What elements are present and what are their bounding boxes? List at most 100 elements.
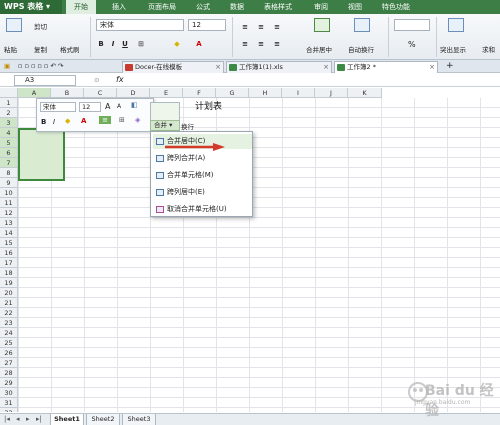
zoom-icon[interactable]: ⊙ bbox=[94, 76, 99, 84]
select-all-corner[interactable] bbox=[0, 88, 18, 98]
prev-sheet-icon[interactable]: ◂ bbox=[16, 415, 20, 423]
tab-page-layout[interactable]: 页面布局 bbox=[140, 0, 184, 14]
align-right-icon[interactable]: ≡ bbox=[272, 39, 282, 49]
row-header[interactable]: 11 bbox=[0, 198, 18, 208]
row-header[interactable]: 27 bbox=[0, 358, 18, 368]
sheet-tab-2[interactable]: Sheet2 bbox=[86, 414, 120, 425]
row-header[interactable]: 14 bbox=[0, 228, 18, 238]
paint-icon[interactable]: ◧ bbox=[131, 101, 138, 109]
column-header[interactable]: A bbox=[18, 88, 51, 98]
bold-button[interactable]: B bbox=[96, 39, 106, 49]
shrink-font-button[interactable]: A bbox=[117, 103, 121, 110]
row-header[interactable]: 15 bbox=[0, 238, 18, 248]
column-header[interactable]: F bbox=[183, 88, 216, 98]
tab-features[interactable]: 特色功能 bbox=[374, 0, 418, 14]
cell-gridlines[interactable] bbox=[18, 98, 500, 412]
cut-button[interactable]: 剪切 bbox=[34, 21, 47, 31]
mini-wrap-button[interactable]: 换行 bbox=[181, 121, 194, 131]
number-format-select[interactable] bbox=[394, 19, 430, 31]
column-header[interactable]: D bbox=[117, 88, 150, 98]
menu-center-across[interactable]: 跨列居中(E) bbox=[153, 185, 252, 200]
row-header[interactable]: 28 bbox=[0, 368, 18, 378]
tab-review[interactable]: 审阅 bbox=[306, 0, 336, 14]
font-size-select[interactable]: 12 bbox=[188, 19, 226, 31]
mini-clear-icon[interactable]: ◈ bbox=[135, 116, 140, 124]
row-header[interactable]: 30 bbox=[0, 388, 18, 398]
highlight-button[interactable]: 突出显示 bbox=[440, 44, 466, 54]
fx-button[interactable]: fx bbox=[116, 75, 124, 84]
new-tab-button[interactable]: + bbox=[446, 61, 454, 71]
column-header[interactable]: G bbox=[216, 88, 249, 98]
border-icon[interactable]: ⊞ bbox=[136, 39, 146, 49]
paste-button[interactable]: 粘贴 bbox=[4, 44, 17, 54]
column-header[interactable]: K bbox=[348, 88, 382, 98]
grow-font-button[interactable]: A bbox=[105, 102, 110, 111]
doc-tab-workbook2[interactable]: 工作簿2 * × bbox=[334, 61, 438, 73]
row-header[interactable]: 3 bbox=[0, 118, 18, 128]
auto-wrap-button[interactable]: 自动换行 bbox=[348, 44, 374, 54]
row-header[interactable]: 6 bbox=[0, 148, 18, 158]
row-header[interactable]: 5 bbox=[0, 138, 18, 148]
folder-icon[interactable]: ▣ bbox=[4, 62, 10, 70]
tab-home[interactable]: 开始 bbox=[66, 0, 96, 14]
row-header[interactable]: 7 bbox=[0, 158, 18, 168]
row-header[interactable]: 4 bbox=[0, 128, 18, 138]
doc-tab-docer[interactable]: Docer-在线模板 × bbox=[122, 61, 224, 73]
last-sheet-icon[interactable]: ▸| bbox=[36, 415, 42, 423]
row-header[interactable]: 2 bbox=[0, 108, 18, 118]
row-header[interactable]: 19 bbox=[0, 278, 18, 288]
font-color-icon[interactable]: A bbox=[194, 39, 204, 49]
align-left-icon[interactable]: ≡ bbox=[240, 39, 250, 49]
mini-font-select[interactable]: 宋体 bbox=[40, 102, 76, 112]
percent-button[interactable]: % bbox=[408, 40, 416, 49]
row-header[interactable]: 9 bbox=[0, 178, 18, 188]
column-header[interactable]: H bbox=[249, 88, 282, 98]
column-header[interactable]: B bbox=[51, 88, 84, 98]
column-header[interactable]: I bbox=[282, 88, 315, 98]
quick-access-icons[interactable]: ▫ ▫ ▫ ▫ ▫ ↶ ↷ bbox=[18, 62, 63, 70]
font-family-select[interactable]: 宋体 bbox=[96, 19, 184, 31]
sheet-tab-3[interactable]: Sheet3 bbox=[122, 414, 156, 425]
tab-insert[interactable]: 插入 bbox=[104, 0, 134, 14]
row-header[interactable]: 25 bbox=[0, 338, 18, 348]
menu-unmerge[interactable]: 取消合并单元格(U) bbox=[153, 202, 252, 217]
underline-button[interactable]: U bbox=[120, 39, 130, 49]
column-header[interactable]: J bbox=[315, 88, 348, 98]
align-bottom-icon[interactable]: ≡ bbox=[272, 22, 282, 32]
merge-center-icon[interactable] bbox=[314, 18, 330, 32]
name-box[interactable]: A3 bbox=[14, 75, 76, 86]
row-header[interactable]: 13 bbox=[0, 218, 18, 228]
mini-font-color-icon[interactable]: A bbox=[81, 117, 86, 125]
row-header[interactable]: 24 bbox=[0, 328, 18, 338]
align-middle-icon[interactable]: ≡ bbox=[256, 22, 266, 32]
italic-button[interactable]: I bbox=[108, 39, 118, 49]
row-header[interactable]: 32 bbox=[0, 408, 18, 412]
row-header[interactable]: 23 bbox=[0, 318, 18, 328]
tab-table-style[interactable]: 表格样式 bbox=[256, 0, 300, 14]
tab-view[interactable]: 视图 bbox=[340, 0, 370, 14]
align-center-icon[interactable]: ≡ bbox=[256, 39, 266, 49]
row-header[interactable]: 29 bbox=[0, 378, 18, 388]
row-header[interactable]: 10 bbox=[0, 188, 18, 198]
tab-data[interactable]: 数据 bbox=[222, 0, 252, 14]
column-header[interactable]: C bbox=[84, 88, 117, 98]
column-header[interactable]: E bbox=[150, 88, 183, 98]
first-sheet-icon[interactable]: |◂ bbox=[4, 415, 10, 423]
mini-merge-button[interactable]: 合并 ▾ bbox=[150, 120, 180, 131]
next-sheet-icon[interactable]: ▸ bbox=[26, 415, 30, 423]
row-header[interactable]: 8 bbox=[0, 168, 18, 178]
row-header[interactable]: 17 bbox=[0, 258, 18, 268]
align-top-icon[interactable]: ≡ bbox=[240, 22, 250, 32]
sum-button[interactable]: 求和 bbox=[482, 44, 495, 54]
menu-merge-across[interactable]: 跨列合并(A) bbox=[153, 151, 252, 166]
paste-icon[interactable] bbox=[6, 18, 22, 32]
row-header[interactable]: 31 bbox=[0, 398, 18, 408]
row-header[interactable]: 20 bbox=[0, 288, 18, 298]
mini-border-icon[interactable]: ⊞ bbox=[119, 116, 125, 124]
format-painter-button[interactable]: 格式刷 bbox=[60, 44, 80, 54]
copy-button[interactable]: 复制 bbox=[34, 44, 47, 54]
mini-bold-button[interactable]: B bbox=[41, 118, 46, 126]
doc-tab-workbook1[interactable]: 工作簿1(1).xls × bbox=[226, 61, 332, 73]
mini-italic-button[interactable]: I bbox=[53, 118, 55, 126]
mini-align-icon[interactable]: ≡ bbox=[99, 116, 111, 124]
